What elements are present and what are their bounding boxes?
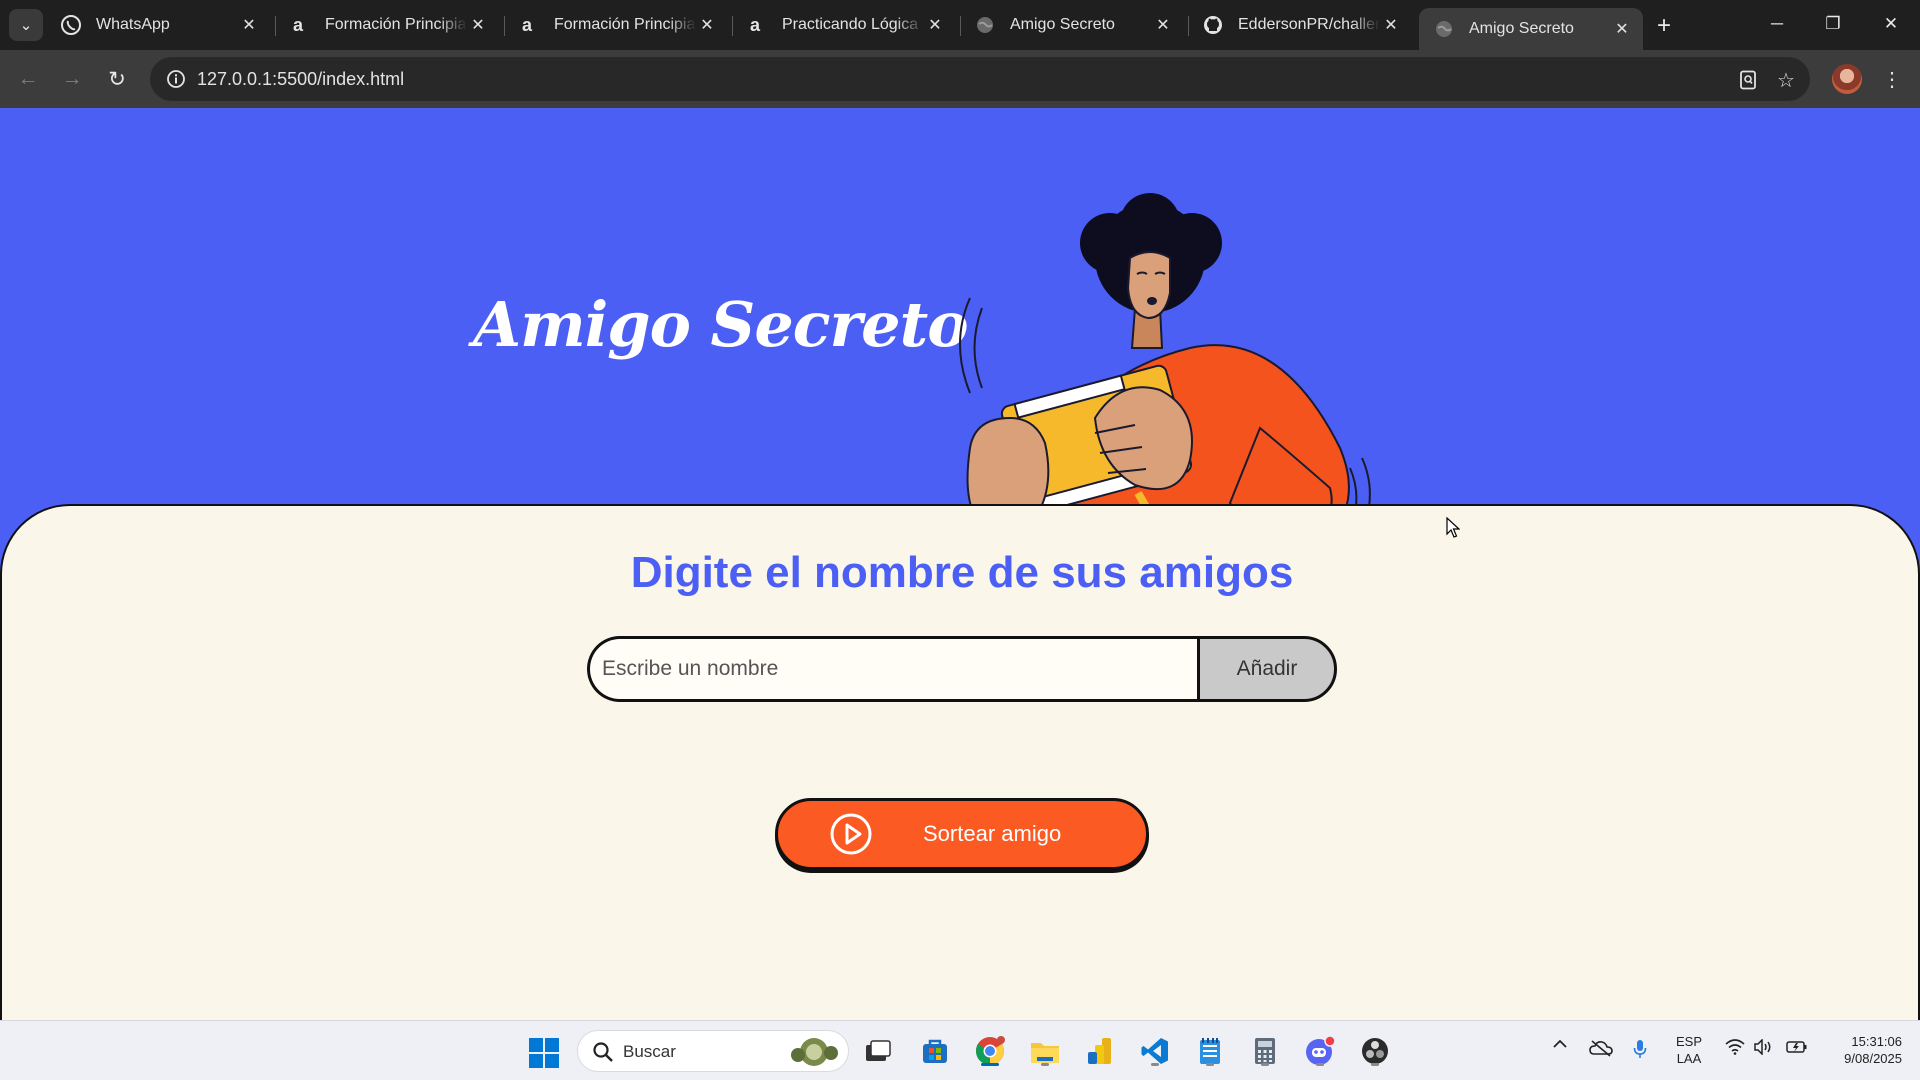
page-zoom-icon[interactable] [1735, 67, 1761, 93]
new-tab-button[interactable]: + [1650, 12, 1678, 40]
bookmark-star-icon[interactable]: ☆ [1773, 67, 1799, 93]
system-clock[interactable]: 15:31:06 9/08/2025 [1820, 1033, 1902, 1067]
profile-avatar[interactable] [1832, 64, 1862, 94]
back-button[interactable]: ← [12, 63, 44, 95]
search-icon [593, 1042, 613, 1062]
tab-title: Practicando Lógica de [782, 16, 924, 33]
microphone-icon[interactable] [1630, 1039, 1650, 1059]
tab-practicando-logica[interactable]: a Practicando Lógica de ✕ [732, 8, 956, 42]
browser-toolbar: ← → ↻ 127.0.0.1:5500/index.html ☆ ⋮ [0, 50, 1920, 108]
file-explorer-icon[interactable] [1027, 1033, 1063, 1069]
tab-title: Amigo Secreto [1010, 16, 1115, 33]
search-placeholder: Buscar [623, 1042, 676, 1061]
windows-start-icon[interactable] [528, 1037, 560, 1069]
svg-text:a: a [522, 15, 533, 35]
running-app-indicator [1316, 1063, 1324, 1066]
running-app-indicator [1371, 1063, 1379, 1066]
alura-icon: a [518, 14, 540, 36]
close-icon[interactable]: ✕ [1380, 14, 1402, 36]
draw-friend-button[interactable]: Sortear amigo [775, 798, 1149, 870]
running-app-indicator [1206, 1063, 1214, 1066]
close-window-button[interactable]: ✕ [1866, 6, 1916, 42]
battery-icon[interactable] [1784, 1039, 1810, 1055]
task-view-icon[interactable] [860, 1033, 896, 1069]
friends-entry-card: Digite el nombre de sus amigos Añadir So… [0, 504, 1920, 1020]
reload-button[interactable]: ↻ [101, 63, 133, 95]
windows-taskbar: Buscar ESP LAA 15:31:06 9/08/2025 [0, 1020, 1920, 1080]
friend-name-input[interactable] [587, 636, 1197, 702]
add-friend-button[interactable]: Añadir [1197, 636, 1337, 702]
whatsapp-icon [60, 14, 82, 36]
clock-date: 9/08/2025 [1844, 1051, 1902, 1066]
chrome-icon[interactable] [972, 1033, 1008, 1069]
taskbar-search[interactable]: Buscar [577, 1030, 849, 1072]
close-icon[interactable]: ✕ [1152, 14, 1174, 36]
tab-formacion-2[interactable]: a Formación Principiante ✕ [504, 8, 728, 42]
language-code: ESP [1675, 1034, 1702, 1049]
tab-title: Formación Principiante [325, 16, 467, 33]
tab-title: EddersonPR/challenge [1238, 16, 1380, 33]
alura-icon: a [289, 14, 311, 36]
mouse-cursor-icon [1446, 517, 1460, 538]
tab-search-button[interactable]: ⌄ [9, 9, 43, 41]
github-icon [1202, 14, 1224, 36]
draw-button-label: Sortear amigo [923, 821, 1062, 846]
microsoft-store-icon[interactable] [917, 1033, 953, 1069]
wifi-icon[interactable] [1722, 1039, 1748, 1055]
browser-menu-icon[interactable]: ⋮ [1880, 64, 1904, 94]
vscode-icon[interactable] [1137, 1033, 1173, 1069]
running-app-indicator [1261, 1063, 1269, 1066]
tab-amigo-secreto-active[interactable]: Amigo Secreto ✕ [1419, 8, 1643, 50]
power-bi-icon[interactable] [1082, 1033, 1118, 1069]
close-icon[interactable]: ✕ [1611, 18, 1633, 40]
input-language-indicator[interactable]: ESP LAA [1674, 1033, 1704, 1067]
restore-button[interactable]: ❐ [1808, 6, 1858, 42]
discord-icon[interactable] [1302, 1033, 1338, 1069]
obs-studio-icon[interactable] [1357, 1033, 1393, 1069]
browser-tab-bar: ⌄ WhatsApp ✕ a Formación Principiante ✕ … [0, 0, 1920, 50]
search-highlight-icon [791, 1038, 838, 1066]
hero-title: Amigo Secreto [473, 288, 969, 361]
section-title: Digite el nombre de sus amigos [630, 548, 1294, 597]
running-app-indicator [1041, 1063, 1049, 1066]
svg-text:a: a [293, 15, 304, 35]
language-layout: LAA [1676, 1051, 1702, 1066]
close-icon[interactable]: ✕ [924, 14, 946, 36]
close-icon[interactable]: ✕ [467, 14, 489, 36]
tab-whatsapp[interactable]: WhatsApp ✕ [46, 8, 270, 42]
clock-time: 15:31:06 [1851, 1034, 1902, 1049]
tab-formacion-1[interactable]: a Formación Principiante ✕ [275, 8, 499, 42]
play-circle-icon [830, 813, 872, 855]
globe-icon [1433, 18, 1455, 40]
running-app-indicator [1151, 1063, 1159, 1066]
tab-title: Formación Principiante [554, 16, 696, 33]
volume-icon[interactable] [1752, 1039, 1774, 1055]
page-viewport: Amigo Secreto Digite el nombre de sus am… [0, 108, 1920, 1020]
url-text[interactable]: 127.0.0.1:5500/index.html [197, 69, 404, 90]
tab-amigo-secreto-1[interactable]: Amigo Secreto ✕ [960, 8, 1184, 42]
minimize-button[interactable]: ─ [1752, 6, 1802, 42]
tab-title: Amigo Secreto [1469, 20, 1574, 37]
tab-title: WhatsApp [96, 16, 170, 33]
name-input-group: Añadir [587, 636, 1337, 702]
close-icon[interactable]: ✕ [238, 14, 260, 36]
calculator-icon[interactable] [1247, 1033, 1283, 1069]
notepad-icon[interactable] [1192, 1033, 1228, 1069]
active-app-indicator [981, 1063, 999, 1066]
tab-github[interactable]: EddersonPR/challenge ✕ [1188, 8, 1412, 42]
globe-icon [974, 14, 996, 36]
alura-icon: a [746, 14, 768, 36]
address-bar[interactable]: 127.0.0.1:5500/index.html ☆ [150, 57, 1810, 101]
close-icon[interactable]: ✕ [696, 14, 718, 36]
chevron-up-icon[interactable] [1550, 1039, 1570, 1049]
forward-button[interactable]: → [56, 63, 88, 95]
svg-text:a: a [750, 15, 761, 35]
info-icon[interactable] [162, 65, 190, 93]
onedrive-offline-icon[interactable] [1588, 1039, 1614, 1057]
